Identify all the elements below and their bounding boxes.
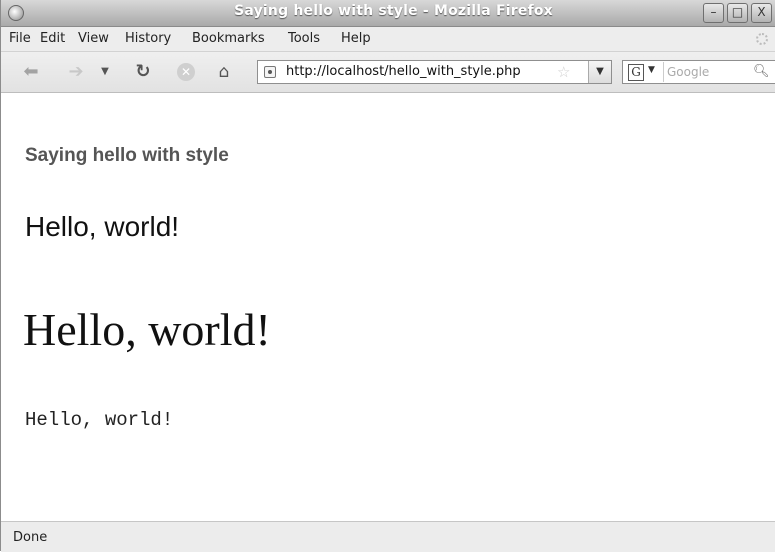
magnifier-icon[interactable]: 🔍︎ bbox=[753, 64, 770, 79]
url-text[interactable]: http://localhost/hello_with_style.php bbox=[286, 64, 521, 79]
url-bar[interactable]: http://localhost/hello_with_style.php ☆ … bbox=[257, 60, 612, 84]
search-engine-selector[interactable]: G ▼ bbox=[625, 62, 664, 82]
menu-bookmarks[interactable]: Bookmarks bbox=[192, 31, 265, 46]
page-heading: Saying hello with style bbox=[25, 145, 229, 166]
menu-edit[interactable]: Edit bbox=[40, 31, 65, 46]
reload-icon[interactable]: ↻ bbox=[132, 61, 154, 83]
hello-serif-text: Hello, world! bbox=[23, 304, 271, 355]
search-input[interactable] bbox=[667, 65, 747, 79]
home-icon[interactable]: ⌂ bbox=[213, 61, 235, 83]
chevron-down-icon: ▼ bbox=[648, 65, 655, 75]
hello-mono-text: Hello, world! bbox=[25, 409, 174, 431]
search-bar: G ▼ 🔍︎ bbox=[622, 60, 775, 84]
minimize-button[interactable]: – bbox=[703, 3, 724, 23]
site-identity-icon[interactable] bbox=[264, 66, 276, 78]
menu-tools[interactable]: Tools bbox=[288, 31, 320, 46]
stop-icon[interactable]: ✕ bbox=[175, 61, 197, 83]
window-controls: – □ X bbox=[703, 3, 772, 23]
window-title: Saying hello with style - Mozilla Firefo… bbox=[234, 3, 553, 19]
chevron-down-icon[interactable]: ▼ bbox=[98, 61, 112, 83]
menu-history[interactable]: History bbox=[125, 31, 171, 46]
status-text: Done bbox=[13, 530, 48, 545]
browser-window: Saying hello with style - Mozilla Firefo… bbox=[0, 0, 775, 552]
status-bar: Done bbox=[1, 521, 775, 552]
menu-bar: File Edit View History Bookmarks Tools H… bbox=[1, 27, 775, 52]
navigation-toolbar: ⬅ ➔ ▼ ↻ ✕ ⌂ http://localhost/hello_with_… bbox=[1, 52, 775, 93]
menu-help[interactable]: Help bbox=[341, 31, 371, 46]
close-button[interactable]: X bbox=[751, 3, 772, 23]
url-history-dropdown[interactable]: ▼ bbox=[588, 61, 611, 83]
menu-file[interactable]: File bbox=[9, 31, 31, 46]
throbber-icon bbox=[756, 33, 768, 45]
menu-view[interactable]: View bbox=[78, 31, 109, 46]
google-icon: G bbox=[628, 64, 644, 81]
back-arrow-icon[interactable]: ⬅ bbox=[20, 61, 42, 83]
title-bar[interactable]: Saying hello with style - Mozilla Firefo… bbox=[1, 0, 775, 27]
stop-x-glyph: ✕ bbox=[177, 63, 195, 81]
maximize-button[interactable]: □ bbox=[727, 3, 748, 23]
hello-sans-text: Hello, world! bbox=[25, 211, 180, 242]
page-content: Saying hello with style Hello, world! He… bbox=[1, 93, 775, 520]
star-icon[interactable]: ☆ bbox=[557, 63, 570, 81]
forward-arrow-icon[interactable]: ➔ bbox=[65, 61, 87, 83]
